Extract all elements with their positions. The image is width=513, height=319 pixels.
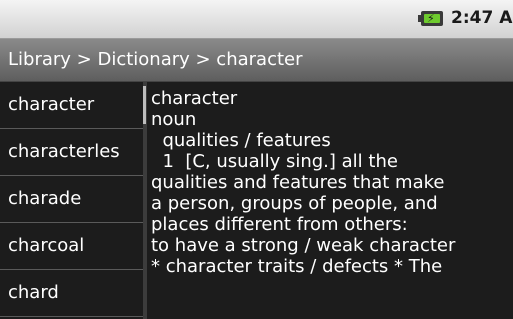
pane-divider[interactable] [143,82,147,319]
word-list-item[interactable]: chard [0,270,143,317]
scrollbar-thumb[interactable] [143,86,146,124]
word-list-item[interactable]: character [0,82,143,129]
word-list-item[interactable]: charcoal [0,223,143,270]
definition-line: qualities and features that make [151,172,445,193]
word-list[interactable]: character characterles charade charcoal … [0,82,143,319]
status-time: 2:47 AM [451,8,513,28]
entry-headword: character [151,88,238,109]
word-label: charade [8,188,82,209]
definition-pane[interactable]: character noun qualities / features 1 [C… [151,88,513,319]
status-bar: ⚡ 2:47 AM [0,0,513,39]
example-line: * character traits / defects * The [151,256,443,277]
battery-charging-icon: ⚡ [418,11,443,26]
title-bar: Library > Dictionary > character [0,39,513,82]
word-label: charcoal [8,235,85,256]
example-line: to have a strong / weak character [151,235,456,256]
word-label: chard [8,282,59,303]
word-label: characterles [8,141,120,162]
definition-line: 1 [C, usually sing.] all the [151,151,398,172]
definition-line: a person, groups of people, and [151,193,438,214]
definition-line: places different from others: [151,214,408,235]
word-list-item[interactable]: charade [0,176,143,223]
word-label: character [8,94,95,115]
part-of-speech: noun [151,109,197,130]
breadcrumb: Library > Dictionary > character [8,49,303,70]
word-list-item[interactable]: characterles [0,129,143,176]
sense-heading: qualities / features [151,130,331,151]
